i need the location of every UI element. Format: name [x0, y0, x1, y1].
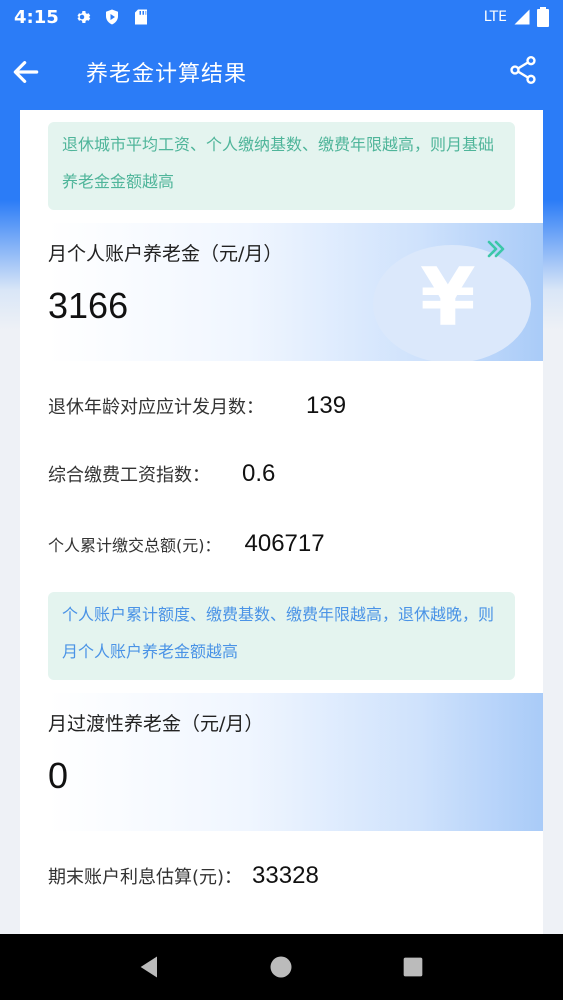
transition-pension-value: 0	[48, 755, 69, 796]
nav-recents-icon[interactable]	[399, 953, 427, 981]
share-icon[interactable]	[507, 54, 539, 86]
account-pension-tip: 个人账户累计额度、缴费基数、缴费年限越高，退休越晚，则月个人账户养老金额越高	[48, 592, 515, 680]
sd-card-icon	[134, 9, 147, 25]
total-contribution-value: 406717	[244, 530, 325, 557]
payout-months-value: 139	[306, 392, 347, 419]
network-type: LTE	[483, 9, 507, 25]
payout-months-label: 退休年龄对应应计发月数：	[48, 397, 264, 418]
double-chevron-right-icon[interactable]	[484, 237, 508, 261]
interest-value: 33328	[252, 862, 319, 889]
status-bar: 4:15 LTE	[0, 0, 563, 34]
interest-row: 期末账户利息估算(元)： 33328	[48, 862, 319, 890]
shield-play-icon	[105, 9, 118, 25]
yuan-icon: ¥	[420, 251, 476, 344]
wage-index-label: 综合缴费工资指数：	[48, 465, 210, 486]
back-arrow-icon[interactable]	[10, 56, 42, 88]
interest-label: 期末账户利息估算(元)：	[48, 867, 243, 888]
basic-pension-tip: 退休城市平均工资、个人缴纳基数、缴费年限越高，则月基础养老金金额越高	[48, 122, 515, 210]
transition-pension-panel: 月过渡性养老金（元/月） 0	[48, 693, 543, 831]
signal-icon	[514, 9, 530, 25]
personal-account-pension-value: 3166	[48, 285, 129, 326]
nav-home-icon[interactable]	[267, 953, 295, 981]
payout-months-row: 退休年龄对应应计发月数： 139	[48, 392, 346, 420]
personal-account-pension-panel: ¥ 月个人账户养老金（元/月） 3166	[48, 223, 543, 361]
settings-icon	[77, 11, 91, 23]
nav-back-icon[interactable]	[136, 953, 164, 981]
system-navigation-bar	[0, 934, 563, 1000]
wage-index-value: 0.6	[242, 460, 276, 487]
total-contribution-row: 个人累计缴交总额(元)： 406717	[48, 530, 325, 558]
transition-pension-label: 月过渡性养老金（元/月）	[48, 713, 264, 735]
result-card: 退休城市平均工资、个人缴纳基数、缴费年限越高，则月基础养老金金额越高 ¥ 月个人…	[20, 110, 543, 936]
status-time: 4:15	[14, 6, 59, 28]
personal-account-pension-label: 月个人账户养老金（元/月）	[48, 243, 283, 265]
total-contribution-label: 个人累计缴交总额(元)：	[48, 536, 221, 555]
battery-icon	[537, 7, 549, 27]
app-bar: 养老金计算结果	[0, 40, 563, 104]
page-title: 养老金计算结果	[86, 62, 248, 87]
wage-index-row: 综合缴费工资指数： 0.6	[48, 460, 275, 488]
